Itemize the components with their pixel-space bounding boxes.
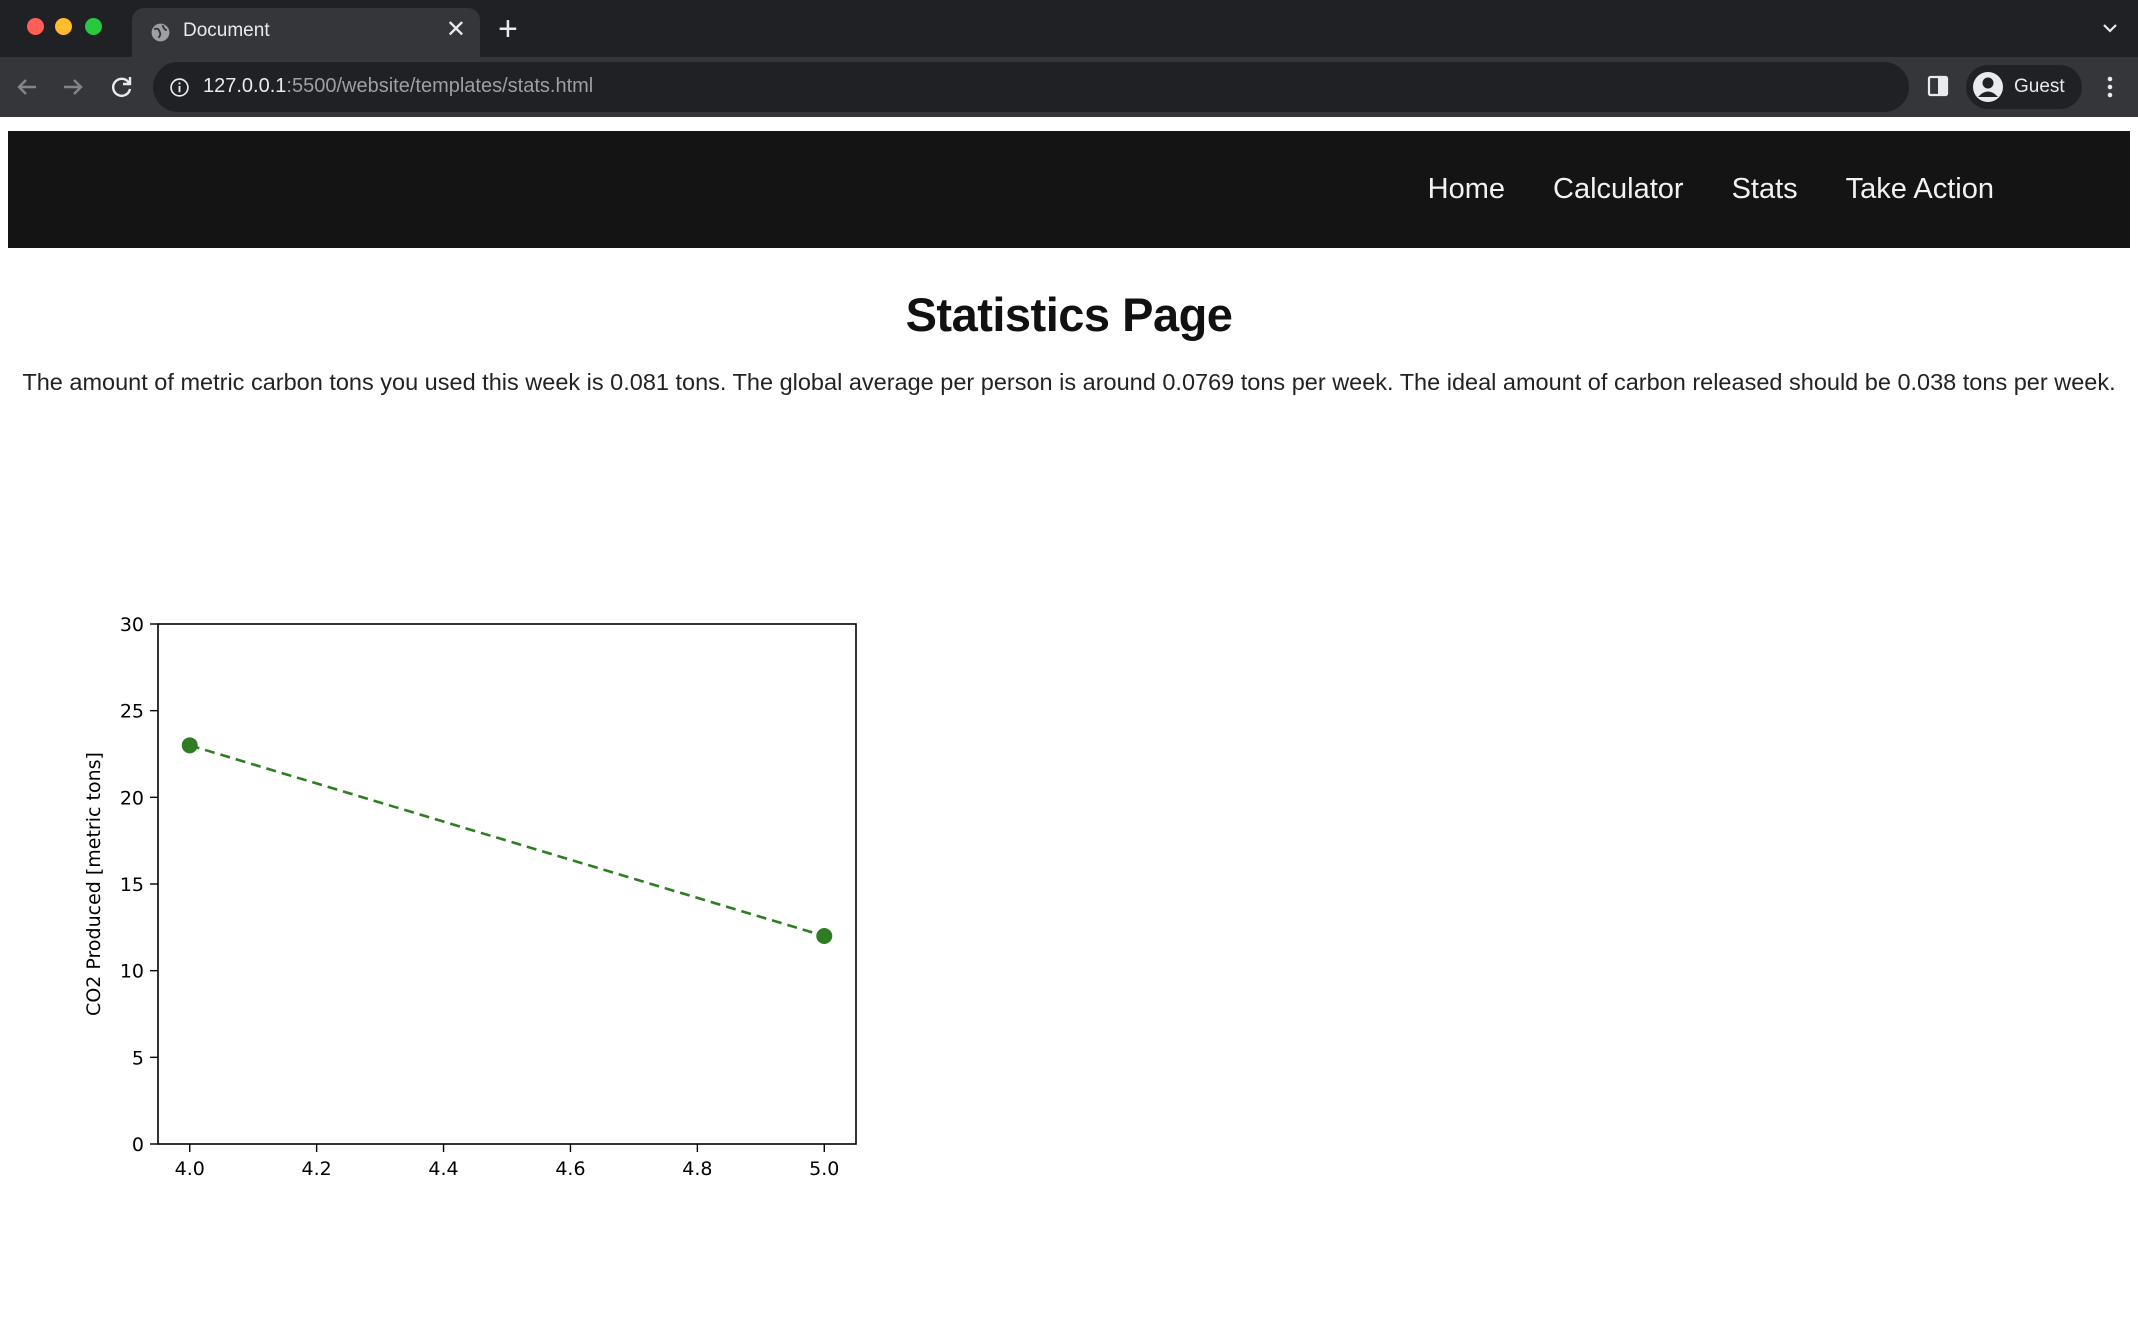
tab-title: Document: [183, 20, 270, 41]
url-path: :5500/website/templates/stats.html: [286, 75, 594, 97]
data-point: [181, 737, 198, 754]
x-tick-label: 4.2: [302, 1158, 332, 1180]
y-tick-label: 5: [132, 1047, 144, 1069]
data-point: [816, 928, 833, 944]
url-text[interactable]: 127.0.0.1:5500/website/templates/stats.h…: [203, 75, 593, 98]
page-viewport: Home Calculator Stats Take Action Statis…: [0, 117, 2138, 1318]
y-tick-label: 15: [120, 874, 144, 896]
nav-links: Home Calculator Stats Take Action: [1428, 131, 1994, 248]
y-tick-label: 0: [132, 1134, 144, 1156]
url-host: 127.0.0.1: [203, 75, 287, 97]
y-axis-label: CO2 Produced [metric tons]: [83, 752, 105, 1016]
site-navbar: Home Calculator Stats Take Action: [8, 131, 2130, 248]
y-tick-label: 10: [120, 961, 144, 983]
browser-tab[interactable]: Document ✕: [132, 8, 480, 57]
series-line: [189, 744, 825, 938]
y-tick-label: 20: [120, 787, 144, 809]
carbon-summary: The amount of metric carbon tons you use…: [22, 369, 2116, 395]
plot-frame: [157, 623, 857, 1145]
x-tick-label: 4.6: [555, 1158, 585, 1180]
globe-icon: [151, 23, 170, 42]
reload-icon[interactable]: [107, 72, 137, 102]
close-tab-icon[interactable]: ✕: [446, 17, 466, 43]
browser-tab-strip: Document ✕ +: [0, 0, 2138, 57]
x-tick-label: 5.0: [809, 1158, 839, 1180]
page-title: Statistics Page: [905, 288, 1233, 341]
co2-chart-svg: 4.0 4.2 4.4 4.6 4.8 5.0 0 5 10 15 20 25 30 CO2 Produc…: [83, 614, 857, 1180]
nav-link-stats[interactable]: Stats: [1732, 173, 1798, 206]
new-tab-icon[interactable]: +: [498, 12, 518, 46]
y-tick-label: 30: [120, 614, 144, 636]
x-tick-label: 4.4: [428, 1158, 458, 1180]
more-options-icon[interactable]: [2098, 74, 2122, 100]
info-icon[interactable]: [169, 77, 190, 98]
x-tick-label: 4.8: [682, 1158, 712, 1180]
profile-label: Guest: [2014, 76, 2065, 97]
minimize-window-button[interactable]: [55, 18, 72, 35]
nav-link-calculator[interactable]: Calculator: [1553, 173, 1684, 206]
co2-chart: 4.0 4.2 4.4 4.6 4.8 5.0 0 5 10 15 20 25 30 CO2 Produc…: [80, 479, 880, 1199]
profile-button[interactable]: Guest: [1966, 65, 2082, 109]
back-arrow-icon[interactable]: [12, 72, 42, 102]
browser-toolbar: 127.0.0.1:5500/website/templates/stats.h…: [0, 57, 2138, 117]
avatar-icon: [1973, 72, 2003, 102]
maximize-window-button[interactable]: [85, 18, 102, 35]
nav-link-take-action[interactable]: Take Action: [1846, 173, 1994, 206]
side-panel-icon[interactable]: [1926, 74, 1950, 98]
address-bar[interactable]: 127.0.0.1:5500/website/templates/stats.h…: [153, 62, 1909, 112]
close-window-button[interactable]: [27, 18, 44, 35]
forward-arrow-icon[interactable]: [58, 72, 88, 102]
x-tick-label: 4.0: [175, 1158, 205, 1180]
chevron-down-icon[interactable]: [2100, 18, 2120, 38]
nav-link-home[interactable]: Home: [1428, 173, 1505, 206]
y-tick-label: 25: [120, 701, 144, 723]
